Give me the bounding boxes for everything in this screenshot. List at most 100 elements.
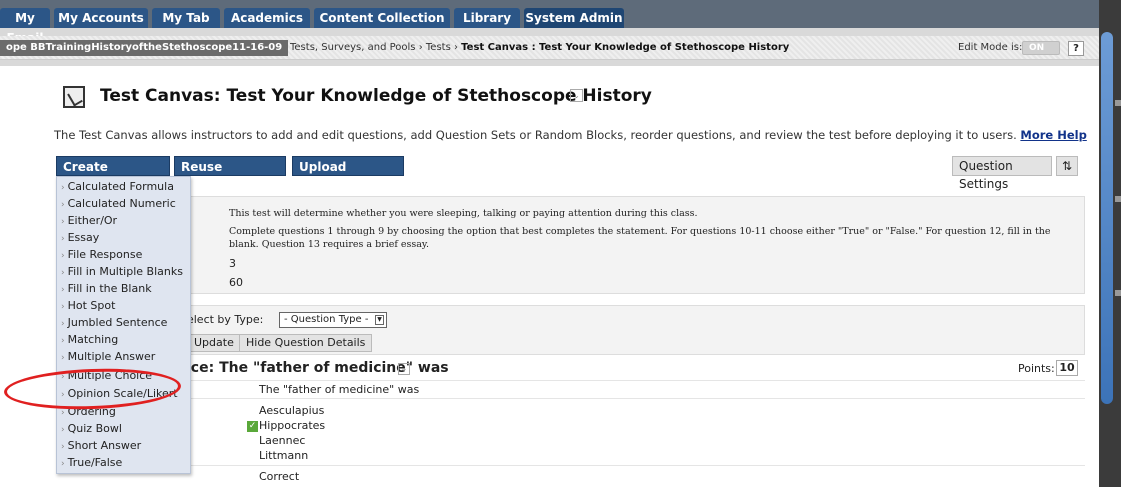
test-instructions: Complete questions 1 through 9 by choosi… [229, 226, 1051, 250]
total-points-value: 60 [229, 276, 243, 289]
menu-item-calculated-formula[interactable]: › Calculated Formula [61, 180, 174, 195]
menu-item-label: Essay [67, 231, 100, 244]
breadcrumb-bar: ope BBTrainingHistoryoftheStethoscope11-… [0, 36, 1099, 60]
create-question-menu: › Calculated Formula › Calculated Numeric … [56, 176, 191, 474]
tab-my-email[interactable]: My Email [0, 8, 50, 45]
divider [124, 380, 1085, 381]
question-text: The "father of medicine" was [259, 383, 420, 396]
chevron-down-icon: ▼ [375, 315, 384, 325]
edit-mode-label: Edit Mode is: [958, 42, 1023, 53]
menu-item-matching[interactable]: › Matching [61, 333, 118, 348]
menu-arrow-icon: › [61, 217, 65, 227]
edge-marker [1115, 100, 1121, 106]
menu-item-fill-in-the-blank[interactable]: › Fill in the Blank [61, 282, 152, 297]
test-info-panel: This test will determine whether you wer… [124, 196, 1085, 294]
menu-item-label: Either/Or [67, 214, 118, 227]
divider [124, 398, 1085, 399]
question-filter-panel: Select by Type: - Question Type - ▼ Upda… [124, 305, 1085, 355]
upload-questions-button[interactable]: Upload Questions [292, 156, 404, 194]
points-label: Points: [1018, 362, 1055, 375]
menu-arrow-icon: › [61, 459, 65, 469]
menu-arrow-icon: › [61, 183, 65, 193]
menu-item-fill-in-multiple-blanks[interactable]: › Fill in Multiple Blanks [61, 265, 183, 280]
tab-my-tab[interactable]: My Tab [152, 8, 220, 28]
menu-arrow-icon: › [61, 336, 65, 346]
menu-item-either-or[interactable]: › Either/Or [61, 214, 117, 229]
menu-item-file-response[interactable]: › File Response [61, 248, 142, 263]
points-value[interactable]: 10 [1056, 360, 1078, 376]
tab-system-admin[interactable]: System Admin [524, 8, 624, 28]
menu-arrow-icon: › [61, 353, 65, 363]
title-options-chevron-icon[interactable]: ⌄ [570, 89, 583, 102]
breadcrumb-course[interactable]: ope BBTrainingHistoryoftheStethoscope11-… [0, 40, 289, 56]
menu-item-hot-spot[interactable]: › Hot Spot [61, 299, 115, 314]
menu-arrow-icon: › [61, 442, 65, 452]
menu-item-label: Multiple Answer [67, 350, 156, 363]
description-text: The Test Canvas allows instructors to ad… [54, 128, 1017, 142]
question-type-select-value: - Question Type - [284, 314, 369, 325]
breadcrumb-separator: › [418, 42, 423, 53]
menu-arrow-icon: › [61, 425, 65, 435]
question-type-select[interactable]: - Question Type - ▼ [279, 312, 387, 328]
answer-option-correct: Hippocrates [259, 419, 326, 432]
menu-item-label: Fill in Multiple Blanks [67, 265, 183, 278]
menu-item-label: File Response [67, 248, 143, 261]
menu-item-label: Fill in the Blank [67, 282, 152, 295]
more-help-link[interactable]: More Help [1020, 128, 1086, 142]
sort-arrows-icon[interactable]: ⇅ [1056, 156, 1078, 176]
window-edge [1099, 0, 1121, 487]
breadcrumb-current: Test Canvas : Test Your Knowledge of Ste… [461, 42, 790, 53]
menu-item-true-false[interactable]: › True/False [61, 456, 122, 471]
test-canvas-icon [63, 86, 85, 108]
select-by-type-label: Select by Type: [180, 313, 264, 326]
menu-item-multiple-answer[interactable]: › Multiple Answer [61, 350, 155, 365]
menu-arrow-icon: › [61, 408, 65, 418]
edit-mode-toggle[interactable]: ON [1022, 41, 1060, 55]
hide-question-details-button[interactable]: Hide Question Details [239, 334, 373, 352]
breadcrumb-item[interactable]: Tests [426, 42, 451, 53]
menu-arrow-icon: › [61, 268, 65, 278]
page-description: The Test Canvas allows instructors to ad… [54, 128, 1087, 142]
menu-item-label: Calculated Formula [67, 180, 174, 193]
menu-item-label: Hot Spot [67, 299, 116, 312]
total-questions-value: 3 [229, 257, 236, 270]
tab-my-accounts[interactable]: My Accounts [54, 8, 148, 28]
help-button[interactable]: ? [1068, 41, 1084, 56]
tab-library[interactable]: Library [454, 8, 520, 28]
test-description: This test will determine whether you wer… [229, 208, 698, 219]
menu-arrow-icon: › [61, 200, 65, 210]
menu-arrow-icon: › [61, 285, 65, 295]
correct-checkmark-icon: ✓ [247, 421, 258, 432]
answer-option: Aesculapius [259, 404, 325, 417]
tab-content-collection[interactable]: Content Collection [314, 8, 450, 28]
vertical-scrollbar[interactable] [1101, 32, 1113, 404]
menu-item-quiz-bowl[interactable]: › Quiz Bowl [61, 422, 122, 437]
menu-item-label: Quiz Bowl [67, 422, 122, 435]
question-settings-button[interactable]: Question Settings [952, 156, 1052, 191]
answer-option: Laennec [259, 434, 306, 447]
divider [124, 465, 1085, 466]
breadcrumb-item[interactable]: Tests, Surveys, and Pools [290, 42, 416, 53]
menu-item-label: Jumbled Sentence [67, 316, 168, 329]
menu-item-label: Calculated Numeric [67, 197, 176, 210]
menu-item-essay[interactable]: › Essay [61, 231, 99, 246]
edge-marker [1115, 196, 1121, 202]
menu-arrow-icon: › [61, 251, 65, 261]
menu-item-short-answer[interactable]: › Short Answer [61, 439, 141, 454]
menu-item-label: Matching [67, 333, 119, 346]
menu-arrow-icon: › [61, 302, 65, 312]
menu-item-calculated-numeric[interactable]: › Calculated Numeric [61, 197, 176, 212]
tab-academics[interactable]: Academics [224, 8, 310, 28]
menu-item-jumbled-sentence[interactable]: › Jumbled Sentence [61, 316, 167, 331]
breadcrumb-separator: › [453, 42, 458, 53]
create-question-button[interactable]: Create Question ≚ [56, 156, 170, 194]
edge-marker [1115, 290, 1121, 296]
reuse-question-button[interactable]: Reuse Question ≚ [174, 156, 286, 194]
question-options-chevron-icon[interactable]: ⌄ [398, 363, 410, 375]
chevron-down-icon: ≚ [245, 180, 256, 194]
update-button[interactable]: Update [187, 334, 241, 352]
menu-arrow-icon: › [61, 319, 65, 329]
breadcrumb: Tests, Surveys, and Pools › Tests › Test… [290, 40, 789, 56]
top-navigation-bar: My Email My Accounts My Tab Academics Co… [0, 0, 1121, 45]
feedback-value: Correct [259, 470, 300, 483]
